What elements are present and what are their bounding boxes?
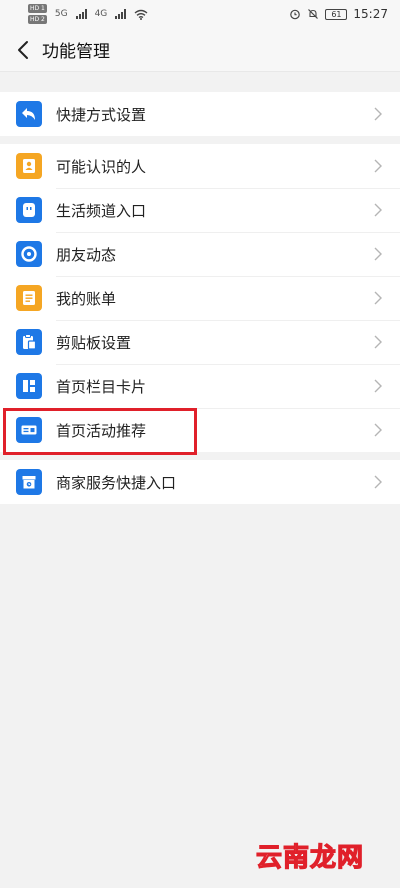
chevron-right-icon — [366, 198, 390, 222]
sim-indicators: HD 1 HD 2 — [28, 4, 47, 24]
row-people-you-may-know[interactable]: 可能认识的人 — [0, 144, 400, 188]
network-type-1: 5G — [54, 9, 68, 19]
card-promo-icon — [16, 417, 42, 443]
status-left: HD 1 HD 2 5G 4G — [28, 4, 148, 24]
row-label: 首页栏目卡片 — [56, 377, 147, 396]
grid-cards-icon — [16, 373, 42, 399]
bill-icon — [16, 285, 42, 311]
clipboard-icon — [16, 329, 42, 355]
chevron-right-icon — [366, 470, 390, 494]
page-title: 功能管理 — [42, 42, 110, 62]
chevron-right-icon — [366, 154, 390, 178]
chevron-left-icon — [18, 40, 28, 59]
row-label: 商家服务快捷入口 — [56, 473, 177, 492]
settings-group-1: 快捷方式设置 — [0, 92, 400, 136]
chevron-right-icon — [366, 102, 390, 126]
row-label: 快捷方式设置 — [56, 105, 147, 124]
row-life-channel[interactable]: 生活频道入口 — [0, 188, 400, 232]
life-channel-icon — [16, 197, 42, 223]
watermark-logo: 云南龙网 — [255, 842, 364, 873]
moments-aperture-icon — [16, 241, 42, 267]
chevron-right-icon — [366, 286, 390, 310]
clock: 15:27 — [353, 7, 388, 21]
signal-icon-2 — [115, 9, 127, 19]
chevron-right-icon — [366, 374, 390, 398]
row-label: 首页活动推荐 — [56, 421, 147, 440]
wifi-icon — [134, 9, 148, 20]
row-label: 朋友动态 — [56, 245, 117, 264]
row-home-activity-recommend[interactable]: 首页活动推荐 — [0, 408, 400, 452]
sim2-badge: HD 2 — [28, 15, 47, 24]
row-label: 我的账单 — [56, 289, 117, 308]
back-button[interactable] — [12, 35, 34, 65]
row-shortcut-settings[interactable]: 快捷方式设置 — [0, 92, 400, 136]
alarm-icon — [290, 9, 301, 20]
row-friend-moments[interactable]: 朋友动态 — [0, 232, 400, 276]
status-bar: HD 1 HD 2 5G 4G 61 15:27 — [0, 0, 400, 28]
chevron-right-icon — [366, 418, 390, 442]
network-type-2: 4G — [94, 9, 108, 19]
settings-group-2: 可能认识的人 生活频道入口 朋友动态 我的账单 剪贴板设置 首页栏目卡片 首页活… — [0, 144, 400, 452]
status-right: 61 15:27 — [289, 7, 388, 21]
chevron-right-icon — [366, 242, 390, 266]
row-label: 剪贴板设置 — [56, 333, 132, 352]
contacts-icon — [16, 153, 42, 179]
sim1-badge: HD 1 — [28, 4, 47, 13]
row-label: 可能认识的人 — [56, 157, 147, 176]
row-clipboard-settings[interactable]: 剪贴板设置 — [0, 320, 400, 364]
signal-icon — [75, 9, 87, 19]
shop-icon — [16, 469, 42, 495]
settings-group-3: 商家服务快捷入口 — [0, 460, 400, 504]
row-label: 生活频道入口 — [56, 201, 147, 220]
row-my-bill[interactable]: 我的账单 — [0, 276, 400, 320]
chevron-right-icon — [366, 330, 390, 354]
row-merchant-shortcut[interactable]: 商家服务快捷入口 — [0, 460, 400, 504]
app-header: 功能管理 — [0, 28, 400, 72]
row-home-column-cards[interactable]: 首页栏目卡片 — [0, 364, 400, 408]
back-arrow-icon — [16, 101, 42, 127]
battery-icon: 61 — [325, 8, 348, 20]
mute-bell-icon — [308, 9, 319, 19]
